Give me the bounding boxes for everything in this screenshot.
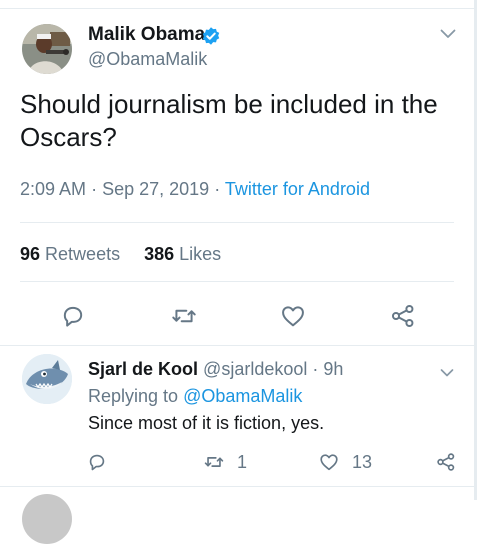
main-author-handle[interactable]: @ObamaMalik [88, 49, 207, 70]
reply-reply-button[interactable] [86, 450, 108, 474]
likes-count: 386 [144, 244, 175, 264]
reply-text: Since most of it is fiction, yes. [88, 413, 325, 433]
share-icon [437, 453, 455, 471]
chevron-down-icon[interactable] [440, 365, 454, 377]
verified-badge-icon [201, 26, 221, 46]
reply-retweet-button[interactable]: 1 [203, 450, 247, 474]
like-button[interactable] [279, 302, 307, 330]
replying-to-mention[interactable]: @ObamaMalik [183, 386, 302, 406]
reply-author-name[interactable]: Sjarl de Kool [88, 359, 198, 379]
replying-to-label: Replying to [88, 386, 179, 406]
tweet-stats: 96 Retweets 386 Likes [20, 244, 221, 265]
meta-separator: · [91, 179, 98, 199]
share-button[interactable] [389, 302, 417, 330]
tweet-text: Should journalism be included in the Osc… [20, 89, 438, 152]
next-reply-avatar[interactable] [22, 494, 72, 544]
reply-separator: · [312, 359, 319, 379]
retweet-icon [172, 309, 196, 323]
meta-separator: · [214, 179, 221, 199]
heart-icon [320, 454, 338, 471]
retweets-label: Retweets [45, 244, 121, 264]
replying-to: Replying to @ObamaMalik [88, 386, 302, 407]
reply-like-button[interactable]: 13 [318, 450, 372, 474]
reply-age: 9h [323, 359, 344, 379]
likes-stat[interactable]: 386 Likes [144, 244, 221, 264]
reply-icon [89, 454, 105, 471]
likes-label: Likes [179, 244, 222, 264]
reply-like-count: 13 [352, 451, 373, 472]
divider [20, 222, 454, 223]
divider [0, 345, 474, 346]
divider [0, 486, 474, 487]
top-divider [0, 8, 474, 9]
heart-icon [282, 306, 304, 327]
reply-author-avatar[interactable] [22, 354, 72, 404]
retweet-button[interactable] [170, 302, 198, 330]
reply-button[interactable] [59, 302, 87, 330]
reply-retweet-count: 1 [237, 451, 248, 472]
reply-share-button[interactable] [435, 450, 457, 474]
retweet-icon [204, 457, 224, 467]
tweet-date: Sep 27, 2019 [102, 179, 210, 199]
tweet-source-link[interactable]: Twitter for Android [225, 179, 370, 199]
main-author-avatar[interactable] [22, 24, 72, 74]
reply-author-handle[interactable]: @sjarldekool [203, 359, 307, 379]
tweet-meta: 2:09 AM · Sep 27, 2019 · Twitter for And… [20, 179, 370, 200]
retweets-count: 96 [20, 244, 41, 264]
reply-icon [63, 306, 83, 327]
retweets-stat[interactable]: 96 Retweets [20, 244, 120, 264]
reply-header: Sjarl de Kool @sjarldekool · 9h [88, 359, 343, 380]
main-author-name[interactable]: Malik Obama [88, 24, 205, 46]
divider [20, 281, 454, 282]
tweet-detail-screen: Malik Obama @ObamaMalik Should journalis… [0, 0, 477, 544]
chevron-down-icon[interactable] [440, 27, 456, 39]
tweet-time: 2:09 AM [20, 179, 87, 199]
share-icon [391, 304, 414, 328]
